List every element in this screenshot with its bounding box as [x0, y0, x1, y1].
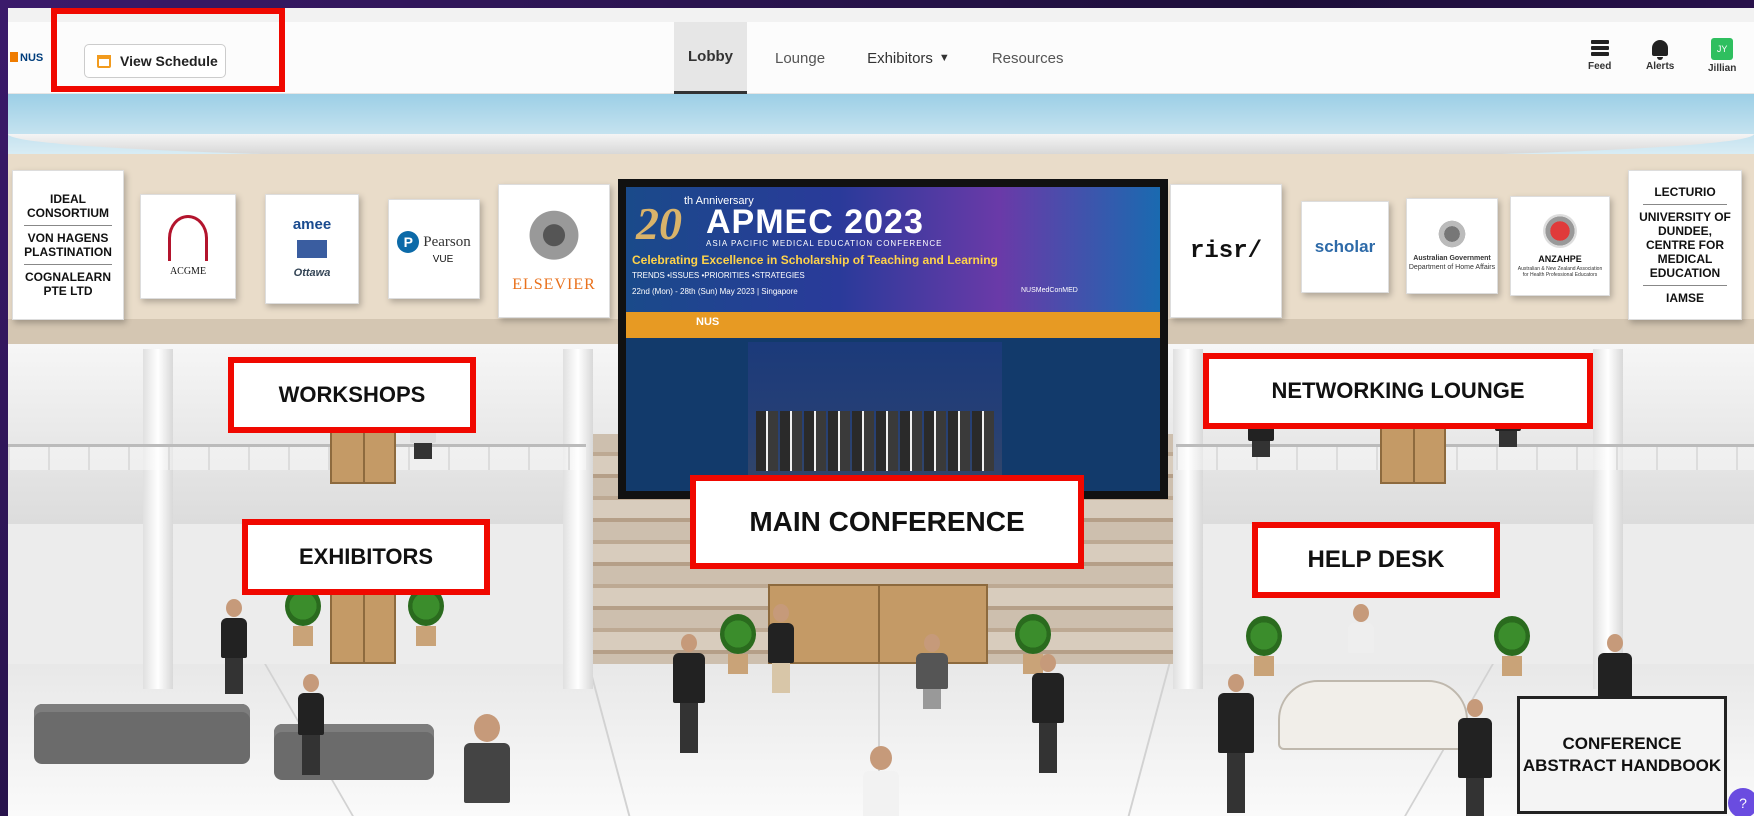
stage-photo [748, 342, 1002, 477]
sponsor-board-scholar[interactable]: scholar [1301, 201, 1389, 293]
tab-lobby[interactable]: Lobby [674, 22, 747, 94]
workshops-zone[interactable]: WORKSHOPS [228, 357, 476, 433]
profile-button[interactable]: JY Jillian [1708, 38, 1736, 74]
avatar-person [221, 599, 247, 694]
sponsor-board-homeaffairs[interactable]: Australian Government Department of Home… [1406, 198, 1498, 294]
nus-crest-icon [10, 52, 18, 62]
view-schedule-highlight [51, 8, 285, 92]
partner-strip: NUS [626, 312, 1160, 338]
feed-icon [1590, 40, 1609, 56]
nus-logo[interactable]: NUS [10, 52, 43, 64]
sponsor-board-pearson[interactable]: P Pearson VUE [388, 199, 480, 299]
sponsor-board-elsevier[interactable]: ELSEVIER [498, 184, 610, 318]
help-icon[interactable]: ? [1728, 788, 1754, 816]
help-desk-counter[interactable] [1278, 680, 1468, 750]
sponsor-board-amee[interactable]: amee Ottawa [265, 194, 359, 304]
feed-button[interactable]: Feed [1588, 40, 1611, 72]
alerts-button[interactable]: Alerts [1646, 40, 1674, 72]
avatar-person [1458, 699, 1492, 816]
avatar-person [1032, 654, 1064, 773]
sponsor-board-acgme[interactable]: ACGME [140, 194, 236, 299]
avatar-person [1218, 674, 1254, 813]
sponsor-board-consortium[interactable]: IDEAL CONSORTIUM VON HAGENS PLASTINATION… [12, 170, 124, 320]
caret-down-icon: ▼ [938, 52, 950, 64]
avatar-person [298, 674, 324, 775]
lounge-sofa [34, 704, 250, 764]
tab-resources[interactable]: Resources [978, 22, 1078, 94]
avatar-person [673, 634, 705, 753]
main-stage-screen[interactable]: 20 th Anniversary APMEC 2023 ASIA PACIFI… [618, 179, 1168, 499]
main-tabs: Lobby Lounge Exhibitors ▼ Resources [674, 22, 1092, 94]
tab-lounge[interactable]: Lounge [761, 22, 839, 94]
acgme-logo-icon [168, 214, 208, 261]
avatar-person [1348, 604, 1374, 653]
pearson-logo-icon: P [397, 231, 420, 253]
bell-icon [1652, 40, 1669, 60]
networking-lounge-zone[interactable]: NETWORKING LOUNGE [1203, 353, 1593, 429]
elsevier-tree-icon [519, 208, 589, 276]
uni-crest-icon [297, 240, 327, 258]
help-desk-zone[interactable]: HELP DESK [1252, 522, 1500, 598]
avatar-person [768, 604, 794, 693]
avatar-person [916, 634, 948, 709]
avatar: JY [1711, 38, 1734, 60]
avatar-person [863, 746, 899, 816]
avatar-person [464, 714, 510, 803]
main-conference-zone[interactable]: MAIN CONFERENCE [690, 475, 1084, 569]
sponsor-board-lecturio[interactable]: LECTURIO UNIVERSITY OF DUNDEE, CENTRE FO… [1628, 170, 1742, 320]
virtual-lobby-scene: IDEAL CONSORTIUM VON HAGENS PLASTINATION… [8, 94, 1754, 816]
apmec-banner: 20 th Anniversary APMEC 2023 ASIA PACIFI… [626, 187, 1160, 312]
sponsor-board-risr[interactable]: risr/ [1170, 184, 1282, 318]
anzahpe-logo-icon [1543, 214, 1577, 248]
abstract-handbook-sign[interactable]: CONFERENCE ABSTRACT HANDBOOK [1517, 696, 1727, 814]
lobby-app: IDEAL CONSORTIUM VON HAGENS PLASTINATION… [8, 8, 1754, 816]
sponsor-board-anzahpe[interactable]: ANZAHPE Australian & New Zealand Associa… [1510, 196, 1610, 296]
tab-exhibitors[interactable]: Exhibitors ▼ [853, 22, 964, 94]
gov-crest-icon [1435, 220, 1469, 248]
main-conference-door[interactable] [768, 584, 988, 664]
exhibitors-zone[interactable]: EXHIBITORS [242, 519, 490, 595]
